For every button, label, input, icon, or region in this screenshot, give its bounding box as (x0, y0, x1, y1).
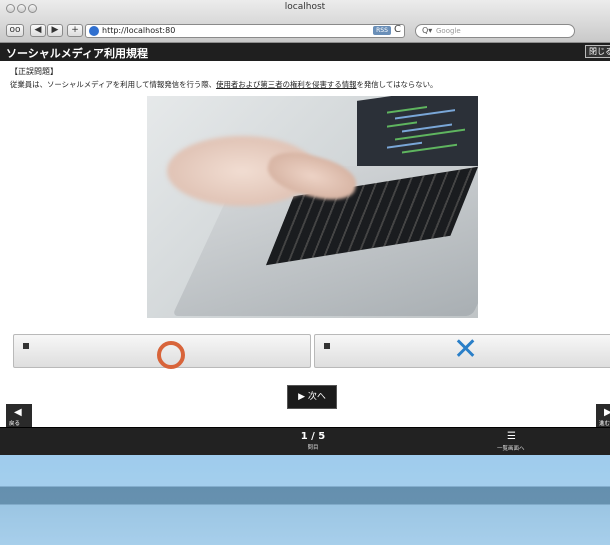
title-bar: localhost oo ◀ ▶ + http://localhost:80 R… (0, 0, 610, 43)
page-header: ソーシャルメディア利用規程 閉じる (0, 43, 610, 61)
reader-icon[interactable]: oo (6, 24, 24, 37)
back-label: 戻る (9, 421, 21, 427)
close-button[interactable]: 閉じる (585, 45, 610, 58)
answer-false-button[interactable]: ✕ (314, 332, 610, 368)
left-triangle-icon: ◀ (14, 407, 22, 418)
forward-icon[interactable]: ▶ (47, 24, 63, 37)
question-photo (147, 96, 478, 318)
right-triangle-icon: ▶ (604, 407, 610, 418)
window-reflection (0, 455, 610, 545)
bottom-bar: 1 / 5 問目 ☰ 一覧画面へ (0, 427, 610, 455)
circle-icon (157, 341, 185, 369)
answer-marker (324, 343, 330, 349)
question-text-before: 従業員は、ソーシャルメディアを利用して情報発信を行う際、 (10, 80, 217, 89)
question-text-underlined: 使用者および第三者の権利を侵害する情報 (216, 80, 357, 89)
reload-icon[interactable]: C (394, 24, 401, 35)
back-icon[interactable]: ◀ (30, 24, 46, 37)
search-icon: Q▾ (422, 26, 433, 35)
list-icon[interactable]: ☰ (507, 431, 516, 442)
question-text-after: を発信してはならない。 (356, 80, 438, 89)
globe-icon (89, 26, 99, 36)
browser-window: localhost oo ◀ ▶ + http://localhost:80 R… (0, 0, 610, 435)
reflection-image (0, 455, 610, 545)
forward-label: 進む (599, 421, 610, 427)
cross-icon: ✕ (453, 332, 479, 367)
search-input[interactable]: Q▾ Google (415, 24, 575, 38)
answer-marker (23, 343, 29, 349)
question-text: 従業員は、ソーシャルメディアを利用して情報発信を行う際、使用者および第三者の権利… (10, 79, 437, 90)
search-placeholder: Google (436, 27, 461, 35)
page-counter: 1 / 5 (300, 431, 326, 442)
list-label[interactable]: 一覧画面へ (497, 444, 525, 452)
page-title: ソーシャルメディア利用規程 (6, 47, 149, 60)
rss-icon[interactable]: RSS (373, 26, 391, 35)
url-bar[interactable]: http://localhost:80 RSS C (85, 24, 405, 38)
add-tab-icon[interactable]: + (67, 24, 83, 37)
next-button[interactable]: ▶ 次へ (287, 385, 337, 409)
question-label: 【正誤問題】 (10, 67, 58, 76)
url-text: http://localhost:80 (102, 26, 176, 35)
answer-true-button[interactable] (13, 334, 311, 369)
window-title: localhost (284, 2, 326, 12)
